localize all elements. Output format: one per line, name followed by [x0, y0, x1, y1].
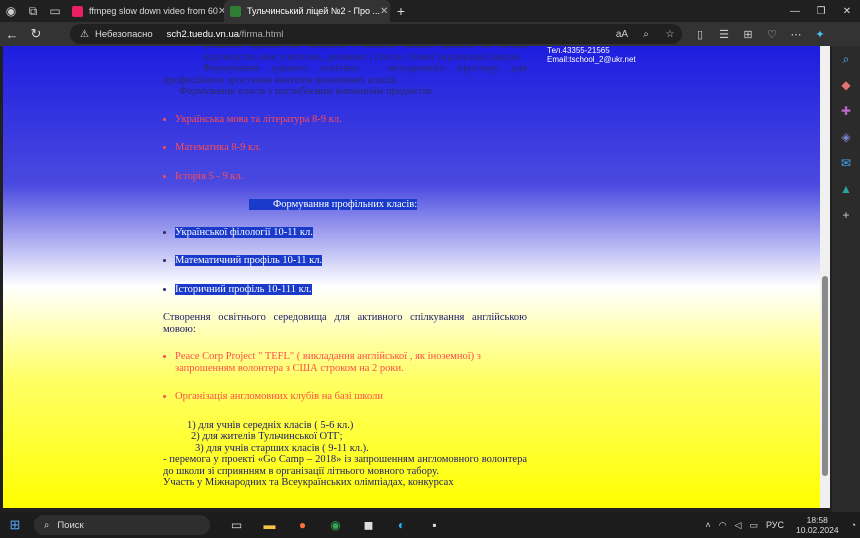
list-item: Історичний профіль 10-111 кл. — [175, 283, 527, 296]
profile-item: Математичний профіль 10-11 кл. — [175, 255, 323, 266]
tab-favicon — [72, 5, 83, 17]
notification-icon[interactable]: ◔ — [847, 520, 860, 530]
minimize-icon[interactable]: — — [782, 6, 808, 17]
url-path: /firma.html — [239, 28, 284, 40]
club-item: 3) для учнів старших класів ( 9-11 кл.). — [195, 442, 369, 454]
contact-email: Email:tschool_2@ukr.net — [547, 55, 636, 64]
camp-text: - перемога у проекті «Go Camp – 2018» із… — [163, 454, 527, 477]
profile-heading: Формування профільних класів: — [163, 199, 527, 211]
page-scrollbar[interactable] — [820, 46, 830, 508]
address-bar[interactable]: ⚠ Небезопасно sch2.tuedu.vn.ua/firma.htm… — [70, 24, 682, 44]
tab-lyceum[interactable]: Тульчинський ліцей №2 - Про ... ✕ — [224, 0, 390, 22]
list-item: Української філології 10-11 кл. — [175, 226, 527, 239]
outlook-icon[interactable]: ✉ — [832, 150, 860, 176]
language-indicator[interactable]: РУС — [762, 520, 788, 530]
file-explorer-icon[interactable]: ▬ — [253, 518, 286, 532]
collections-icon[interactable]: ⊞ — [736, 28, 760, 41]
subjects-list: Українська мова та література 8-9 кл. Ма… — [163, 114, 527, 183]
club-item: 1) для учнів середніх класів ( 5-6 кл.) — [187, 419, 354, 431]
volume-icon[interactable]: ◁ — [731, 520, 746, 531]
split-screen-icon[interactable]: ▯ — [688, 28, 712, 41]
profiles-list: Української філології 10-11 кл. Математи… — [163, 226, 527, 296]
profile-icon[interactable]: ◉ — [0, 4, 22, 18]
copilot-icon[interactable]: ✦ — [808, 28, 832, 41]
task-view-icon[interactable]: ▭ — [220, 518, 253, 532]
contact-block: Тел.43355-21565 Email:tschool_2@ukr.net — [547, 46, 636, 64]
url-host: sch2.tuedu.vn.ua — [166, 28, 240, 40]
address-toolbar: ← ↻ ⚠ Небезопасно sch2.tuedu.vn.ua/firma… — [0, 22, 860, 46]
profile-item: Української філології 10-11 кл. — [175, 226, 313, 238]
back-icon[interactable]: ← — [0, 27, 24, 42]
edge-sidebar: ⌕ ◆ ✚ ◈ ✉ ▲ + — [832, 46, 860, 512]
article-content: розвиток здібностей, талантів і нахилів … — [163, 46, 527, 489]
url-text[interactable]: sch2.tuedu.vn.ua/firma.html — [167, 29, 284, 40]
scrollbar-thumb[interactable] — [822, 276, 828, 476]
games-icon[interactable]: ◈ — [832, 124, 860, 150]
taskbar-search[interactable]: ⌕ Поиск — [34, 515, 210, 535]
tab-ffmpeg[interactable]: ffmpeg slow down video from 60 ✕ — [66, 0, 224, 22]
tab-actions-icon[interactable]: ▭ — [44, 4, 66, 18]
edge-icon[interactable]: ◐ — [385, 518, 418, 532]
read-aloud-icon[interactable]: aA — [610, 29, 634, 40]
tab-title: ffmpeg slow down video from 60 — [89, 6, 218, 16]
wifi-icon[interactable]: ◠ — [715, 520, 731, 531]
club-item: 2) для жителів Тульчинської ОТГ; — [191, 431, 343, 442]
battery-icon[interactable]: ▭ — [745, 520, 762, 531]
list-item: Математичний профіль 10-11 кл. — [175, 255, 527, 267]
english-list: Peace Corp Project " TEFL" ( викладання … — [163, 351, 527, 403]
browser-titlebar: ◉ ⧉ ▭ ffmpeg slow down video from 60 ✕ Т… — [0, 0, 860, 22]
maximize-icon[interactable]: ❐ — [808, 6, 834, 17]
english-intro: Створення освітнього середовища для акти… — [163, 312, 527, 335]
firefox-icon[interactable]: ● — [286, 518, 319, 532]
olympiad-text: Участь у Міжнародних та Всеукраїнських о… — [163, 477, 454, 488]
media-icon[interactable]: ◼ — [352, 518, 385, 532]
add-icon[interactable]: + — [832, 202, 860, 228]
tab-favicon — [230, 5, 241, 17]
favorite-star-icon[interactable]: ☆ — [658, 29, 682, 40]
profile-heading-text: Формування профільних класів: — [249, 199, 418, 210]
clock[interactable]: 18:58 10.02.2024 — [788, 515, 847, 535]
search-icon[interactable]: ⌕ — [832, 46, 860, 72]
list-item: Історія 5 - 9 кл. — [175, 171, 527, 183]
zoom-icon[interactable]: ⌕ — [634, 29, 658, 40]
close-window-icon[interactable]: ✕ — [834, 6, 860, 17]
favorites-icon[interactable]: ☰ — [712, 28, 736, 41]
intro-line: Формування єдиного освітньо - методичног… — [163, 63, 527, 86]
tools-icon[interactable]: ✚ — [832, 98, 860, 124]
list-item: Організація англомовних клубів на базі ш… — [175, 391, 527, 403]
intro-line: Формування класів з поглибленим вивчення… — [179, 86, 434, 97]
drop-icon[interactable]: ▲ — [832, 176, 860, 202]
list-item: Українська мова та література 8-9 кл. — [175, 114, 527, 126]
contact-phone: Тел.43355-21565 — [547, 46, 610, 55]
clubs-list: 1) для учнів середніх класів ( 5-6 кл.) … — [163, 420, 527, 455]
date: 10.02.2024 — [796, 525, 839, 535]
chrome-icon[interactable]: ◉ — [319, 518, 352, 532]
more-icon[interactable]: ⋯ — [784, 28, 808, 41]
list-item: Математика 8-9 кл. — [175, 142, 527, 154]
security-label[interactable]: Небезопасно — [95, 29, 153, 40]
workspaces-icon[interactable]: ⧉ — [22, 4, 44, 19]
system-tray: ˄ ◠ ◁ ▭ РУС 18:58 10.02.2024 ◔ — [701, 515, 860, 535]
new-tab-button[interactable]: + — [390, 3, 412, 19]
close-icon[interactable]: ✕ — [380, 6, 388, 17]
intro: розвиток здібностей, талантів і нахилів … — [163, 46, 527, 98]
list-item: Peace Corp Project " TEFL" ( викладання … — [175, 351, 527, 374]
taskbar: ⊞ ⌕ Поиск ▭ ▬ ● ◉ ◼ ◐ ▪ ˄ ◠ ◁ ▭ РУС 18:5… — [0, 512, 860, 538]
window-controls: — ❐ ✕ — [782, 6, 860, 17]
web-page: Тел.43355-21565 Email:tschool_2@ukr.net … — [3, 46, 820, 508]
warning-icon[interactable]: ⚠ — [80, 29, 89, 40]
chevron-up-icon[interactable]: ˄ — [701, 520, 714, 530]
start-icon[interactable]: ⊞ — [0, 517, 30, 533]
tab-title: Тульчинський ліцей №2 - Про ... — [247, 6, 380, 16]
refresh-icon[interactable]: ↻ — [24, 26, 48, 42]
search-placeholder: Поиск — [57, 519, 84, 531]
search-icon: ⌕ — [44, 519, 50, 531]
time: 18:58 — [806, 515, 828, 525]
profile-item: Історичний профіль 10-111 кл. — [175, 283, 312, 295]
terminal-icon[interactable]: ▪ — [418, 518, 451, 532]
intro-line: розвиток здібностей, талантів і нахилів … — [203, 46, 527, 63]
taskbar-apps: ▭ ▬ ● ◉ ◼ ◐ ▪ — [220, 518, 451, 532]
shopping-icon[interactable]: ◆ — [832, 72, 860, 98]
extensions-icon[interactable]: ♡ — [760, 28, 784, 41]
